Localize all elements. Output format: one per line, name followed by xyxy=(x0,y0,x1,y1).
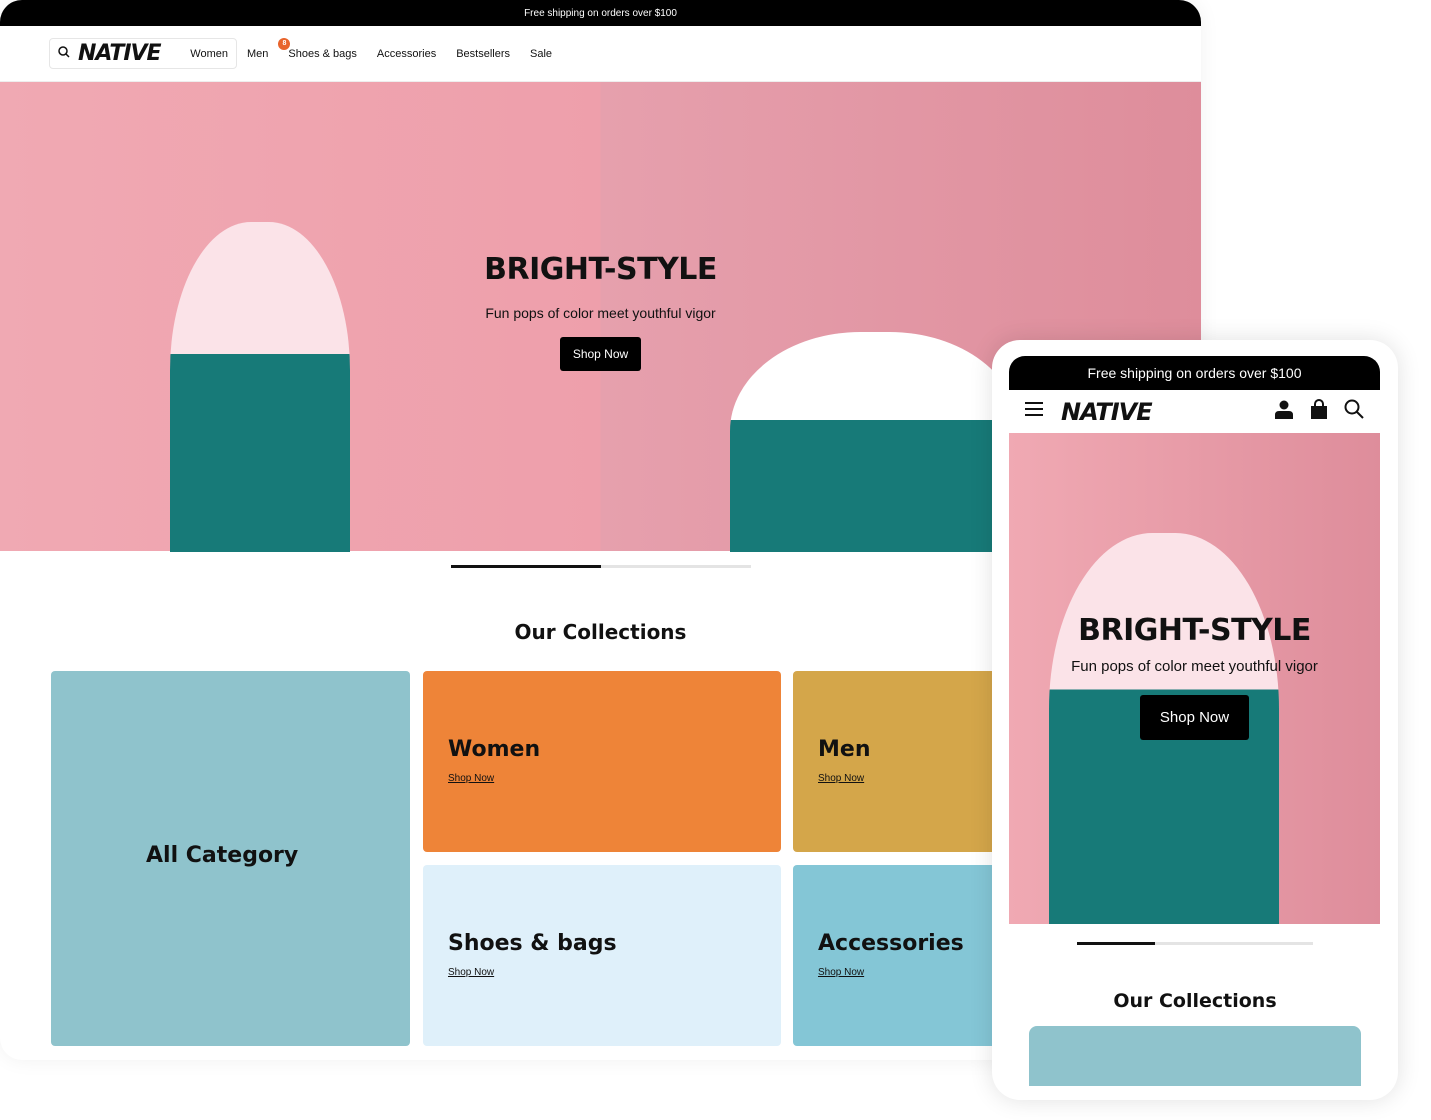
search-icon[interactable] xyxy=(1344,399,1364,424)
mobile-shop-now-button[interactable]: Shop Now xyxy=(1139,695,1250,740)
hero-title: BRIGHT-STYLE xyxy=(484,252,717,287)
mobile-hero-title: BRIGHT-STYLE xyxy=(1078,613,1311,648)
main-nav: NATIVE Women Men 8 Shoes & bags Accessori… xyxy=(0,26,1201,82)
nav-men[interactable]: Men xyxy=(247,48,268,60)
search-box[interactable]: NATIVE Women xyxy=(49,38,237,69)
collection-shoes-bags[interactable]: Shoes & bags Shop Now xyxy=(423,865,781,1046)
slider-progress[interactable] xyxy=(451,565,751,568)
nav-accessories[interactable]: Accessories xyxy=(377,48,436,60)
announcement-bar: Free shipping on orders over $100 xyxy=(0,0,1201,26)
mobile-logo[interactable]: NATIVE xyxy=(1061,398,1153,426)
mobile-nav: NATIVE xyxy=(1009,390,1380,433)
nav-bestsellers[interactable]: Bestsellers xyxy=(456,48,510,60)
mobile-hero-subtitle: Fun pops of color meet youthful vigor xyxy=(1071,658,1318,675)
mobile-mockup: Free shipping on orders over $100 NATIVE… xyxy=(992,340,1398,1100)
mobile-announcement-bar: Free shipping on orders over $100 xyxy=(1009,356,1380,390)
mobile-collections-title: Our Collections xyxy=(1113,990,1277,1012)
mobile-slider-progress[interactable] xyxy=(1077,942,1313,945)
nav-sale[interactable]: Sale xyxy=(530,48,552,60)
nav-women[interactable]: Women xyxy=(190,48,228,60)
logo[interactable]: NATIVE xyxy=(78,41,162,66)
mobile-collection-card[interactable] xyxy=(1029,1026,1361,1086)
mobile-hero: BRIGHT-STYLE Fun pops of color meet yout… xyxy=(1009,433,1380,924)
collection-all-category[interactable]: All Category xyxy=(51,671,410,1046)
menu-icon[interactable] xyxy=(1025,402,1043,421)
bag-icon[interactable] xyxy=(1310,399,1328,424)
user-icon[interactable] xyxy=(1274,399,1294,424)
hero-subtitle: Fun pops of color meet youthful vigor xyxy=(485,305,716,321)
search-icon[interactable] xyxy=(58,46,70,61)
nav-shoes-bags[interactable]: 8 Shoes & bags xyxy=(278,37,357,60)
collection-women[interactable]: Women Shop Now xyxy=(423,671,781,852)
shop-now-button[interactable]: Shop Now xyxy=(559,337,642,371)
